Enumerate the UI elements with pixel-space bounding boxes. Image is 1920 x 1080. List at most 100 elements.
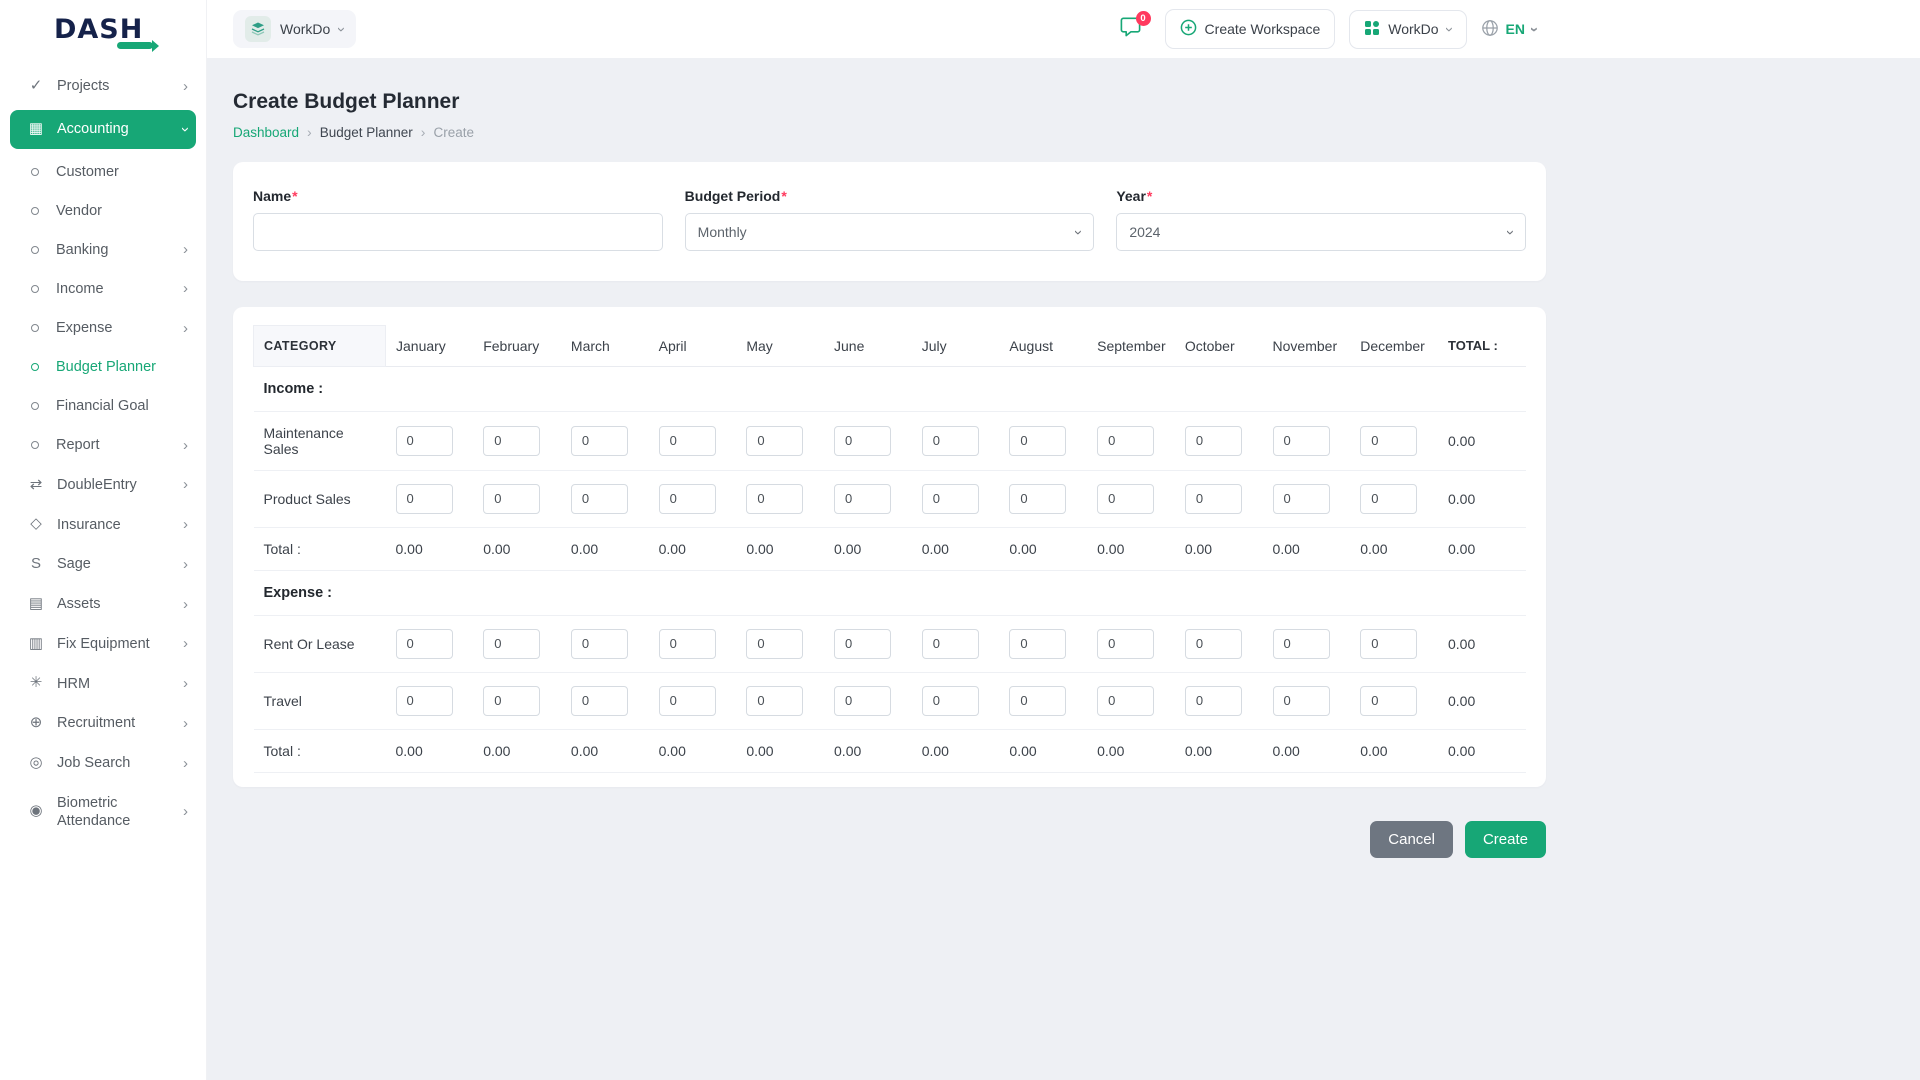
name-input[interactable] <box>253 213 663 251</box>
input-product-sales-july[interactable] <box>921 483 979 514</box>
input-rent-or-lease-september[interactable] <box>1097 628 1155 659</box>
sidebar-item-biometric-attendance[interactable]: ◉ Biometric Attendance › <box>10 784 196 840</box>
input-travel-november[interactable] <box>1272 685 1330 716</box>
input-rent-or-lease-november[interactable] <box>1272 628 1330 659</box>
input-cell <box>824 615 912 673</box>
input-travel-december[interactable] <box>1360 685 1418 716</box>
sidebar-item-budget-planner[interactable]: Budget Planner <box>10 348 196 386</box>
input-travel-march[interactable] <box>570 685 628 716</box>
year-select[interactable]: 2024 › <box>1116 213 1526 251</box>
messages-button[interactable]: 0 <box>1111 9 1151 49</box>
sidebar-item-recruitment[interactable]: ⊕ Recruitment › <box>10 704 196 743</box>
input-rent-or-lease-april[interactable] <box>658 628 716 659</box>
input-rent-or-lease-february[interactable] <box>483 628 541 659</box>
total-cell-february: 0.00 <box>473 527 561 571</box>
input-maintenance-sales-april[interactable] <box>658 425 716 456</box>
input-maintenance-sales-december[interactable] <box>1360 425 1418 456</box>
input-travel-july[interactable] <box>921 685 979 716</box>
sidebar-item-banking[interactable]: Banking › <box>10 231 196 269</box>
input-maintenance-sales-february[interactable] <box>483 425 541 456</box>
sidebar-item-label: Projects <box>57 78 110 95</box>
input-travel-october[interactable] <box>1184 685 1242 716</box>
input-travel-september[interactable] <box>1097 685 1155 716</box>
workspace-selector[interactable]: WorkDo › <box>233 10 357 48</box>
input-travel-february[interactable] <box>483 685 541 716</box>
input-travel-may[interactable] <box>746 685 804 716</box>
total-cell-september: 0.00 <box>1087 527 1175 571</box>
create-button[interactable]: Create <box>1464 820 1546 858</box>
input-maintenance-sales-march[interactable] <box>570 425 628 456</box>
input-travel-january[interactable] <box>395 685 453 716</box>
sidebar-item-income[interactable]: Income › <box>10 270 196 308</box>
row-label: Maintenance Sales <box>253 411 386 471</box>
input-rent-or-lease-july[interactable] <box>921 628 979 659</box>
income-icon <box>31 284 39 293</box>
workdo-menu-label: WorkDo <box>1388 21 1439 37</box>
sidebar-item-financial-goal[interactable]: Financial Goal <box>10 387 196 425</box>
input-maintenance-sales-november[interactable] <box>1272 425 1330 456</box>
cancel-button[interactable]: Cancel <box>1370 820 1453 858</box>
input-travel-august[interactable] <box>1009 685 1067 716</box>
input-product-sales-april[interactable] <box>658 483 716 514</box>
workdo-menu-button[interactable]: WorkDo › <box>1349 9 1467 49</box>
chevron-right-icon: › <box>183 77 188 95</box>
input-product-sales-may[interactable] <box>746 483 804 514</box>
vendor-icon <box>31 206 39 215</box>
row-total: 0.00 <box>1438 411 1526 471</box>
input-maintenance-sales-august[interactable] <box>1009 425 1067 456</box>
create-workspace-button[interactable]: Create Workspace <box>1164 9 1336 49</box>
sidebar-item-hrm[interactable]: ✳ HRM › <box>10 664 196 703</box>
input-product-sales-september[interactable] <box>1097 483 1155 514</box>
input-maintenance-sales-may[interactable] <box>746 425 804 456</box>
input-product-sales-november[interactable] <box>1272 483 1330 514</box>
input-maintenance-sales-june[interactable] <box>834 425 892 456</box>
sidebar-item-insurance[interactable]: ◇ Insurance › <box>10 505 196 544</box>
input-travel-april[interactable] <box>658 685 716 716</box>
input-maintenance-sales-september[interactable] <box>1097 425 1155 456</box>
sidebar-item-fix-equipment[interactable]: ▥ Fix Equipment › <box>10 625 196 664</box>
input-product-sales-october[interactable] <box>1184 483 1242 514</box>
language-selector[interactable]: EN › <box>1481 19 1543 40</box>
input-cell <box>1262 411 1351 471</box>
input-travel-june[interactable] <box>834 685 892 716</box>
sidebar-item-sage[interactable]: S Sage › <box>10 545 196 584</box>
sidebar-item-projects[interactable]: ✓ Projects › <box>10 67 196 106</box>
sidebar-item-doubleentry[interactable]: ⇄ DoubleEntry › <box>10 466 196 505</box>
sidebar-item-accounting[interactable]: ▦ Accounting › <box>10 109 196 149</box>
sidebar-item-job-search[interactable]: ◎ Job Search › <box>10 744 196 783</box>
sidebar-item-label: Recruitment <box>57 715 136 732</box>
row-total: 0.00 <box>1438 615 1526 673</box>
sidebar-item-expense[interactable]: Expense › <box>10 309 196 347</box>
input-product-sales-january[interactable] <box>395 483 453 514</box>
input-product-sales-august[interactable] <box>1009 483 1067 514</box>
sidebar-item-customer[interactable]: Customer <box>10 153 196 191</box>
sidebar-item-assets[interactable]: ▤ Assets › <box>10 585 196 624</box>
input-rent-or-lease-january[interactable] <box>395 628 453 659</box>
total-cell-august: 0.00 <box>999 729 1088 773</box>
sage-icon: S <box>30 555 41 572</box>
input-rent-or-lease-october[interactable] <box>1184 628 1242 659</box>
input-product-sales-february[interactable] <box>483 483 541 514</box>
table-row: Travel 0.00 <box>253 672 1526 730</box>
input-rent-or-lease-march[interactable] <box>570 628 628 659</box>
plus-circle-icon <box>1180 19 1197 39</box>
breadcrumb-dashboard[interactable]: Dashboard <box>233 125 299 140</box>
sidebar-item-vendor[interactable]: Vendor <box>10 192 196 230</box>
chevron-right-icon: › <box>183 280 188 298</box>
input-rent-or-lease-may[interactable] <box>746 628 804 659</box>
input-rent-or-lease-december[interactable] <box>1360 628 1418 659</box>
sidebar-item-label: Assets <box>57 596 101 613</box>
input-rent-or-lease-august[interactable] <box>1009 628 1067 659</box>
input-product-sales-june[interactable] <box>834 483 892 514</box>
input-maintenance-sales-october[interactable] <box>1184 425 1242 456</box>
input-maintenance-sales-january[interactable] <box>395 425 453 456</box>
input-rent-or-lease-june[interactable] <box>834 628 892 659</box>
budget-period-select[interactable]: Monthly › <box>684 213 1095 251</box>
input-product-sales-december[interactable] <box>1360 483 1418 514</box>
input-maintenance-sales-july[interactable] <box>921 425 979 456</box>
input-cell <box>1350 615 1438 673</box>
app-logo[interactable]: DASH <box>0 0 206 58</box>
sidebar-item-report[interactable]: Report › <box>10 426 196 464</box>
total-row-label: Total : <box>253 729 386 773</box>
input-product-sales-march[interactable] <box>570 483 628 514</box>
